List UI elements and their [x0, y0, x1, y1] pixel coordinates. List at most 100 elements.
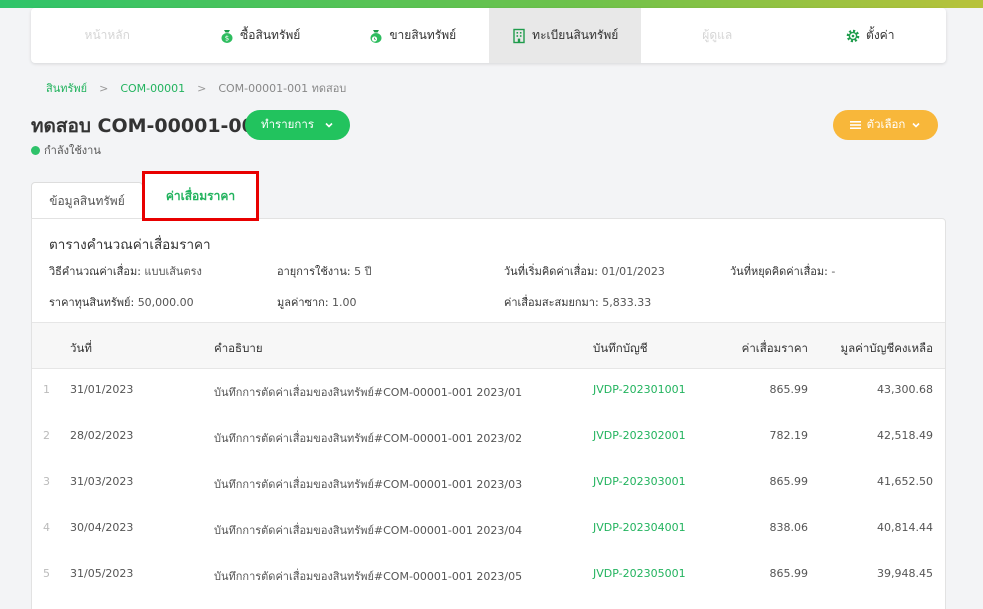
info-accumulated: ค่าเสื่อมสะสมยกมา: 5,833.33: [504, 293, 651, 311]
table-row: 4 30/04/2023 บันทึกการตัดค่าเสื่อมของสิน…: [32, 507, 945, 553]
info-start-date: วันที่เริ่มคิดค่าเสื่อม: 01/01/2023: [504, 262, 665, 280]
row-book-value: 39,948.45: [877, 567, 933, 580]
info-life-value: 5 ปี: [354, 265, 372, 278]
chevron-down-icon: [325, 122, 333, 128]
row-index: 3: [43, 475, 50, 488]
row-depreciation: 782.19: [769, 429, 809, 442]
row-description: บันทึกการตัดค่าเสื่อมของสินทรัพย์#COM-00…: [214, 432, 523, 445]
info-start-label: วันที่เริ่มคิดค่าเสื่อม:: [504, 265, 598, 278]
row-date: 31/05/2023: [70, 567, 134, 580]
building-icon: [513, 28, 525, 43]
info-life-label: อายุการใช้งาน:: [277, 265, 351, 278]
row-date: 31/01/2023: [70, 383, 134, 396]
table-row: 5 31/05/2023 บันทึกการตัดค่าเสื่อมของสิน…: [32, 553, 945, 599]
nav-buy-label: ซื้อสินทรัพย์: [240, 28, 301, 42]
row-date: 30/04/2023: [70, 521, 134, 534]
row-journal-link[interactable]: JVDP-202305001: [593, 567, 686, 580]
nav-home[interactable]: หน้าหลัก: [31, 8, 184, 63]
nav-custodian[interactable]: ผู้ดูแล: [641, 8, 794, 63]
row-date: 28/02/2023: [70, 429, 134, 442]
breadcrumb-separator: >: [197, 81, 207, 95]
info-cost-label: ราคาทุนสินทรัพย์:: [49, 296, 135, 309]
breadcrumb: สินทรัพย์ > COM-00001 > COM-00001-001 ทด…: [46, 79, 346, 97]
nav-home-label: หน้าหลัก: [84, 28, 130, 42]
row-depreciation: 838.06: [769, 521, 809, 534]
money-bag-icon: $: [221, 29, 233, 43]
row-description: บันทึกการตัดค่าเสื่อมของสินทรัพย์#COM-00…: [214, 478, 523, 491]
gear-icon: [846, 29, 860, 42]
status-indicator: กำลังใช้งาน: [31, 141, 101, 159]
info-salvage: มูลค่าซาก: 1.00: [277, 293, 357, 311]
nav-settings-label: ตั้งค่า: [866, 28, 895, 42]
table-row: 1 31/01/2023 บันทึกการตัดค่าเสื่อมของสิน…: [32, 369, 945, 415]
col-journal: บันทึกบัญชี: [593, 341, 648, 355]
options-button[interactable]: ตัวเลือก: [833, 110, 938, 140]
status-text: กำลังใช้งาน: [44, 144, 101, 157]
main-nav: หน้าหลัก $ ซื้อสินทรัพย์ ขายสินทรัพย์ ทะ…: [31, 8, 946, 63]
info-stop-date: วันที่หยุดคิดค่าเสื่อม: -: [730, 262, 835, 280]
col-description: คำอธิบาย: [214, 341, 263, 355]
svg-text:$: $: [225, 34, 229, 42]
info-salvage-label: มูลค่าซาก:: [277, 296, 329, 309]
breadcrumb-current: COM-00001-001 ทดสอบ: [218, 82, 347, 95]
row-description: บันทึกการตัดค่าเสื่อมของสินทรัพย์#COM-00…: [214, 524, 523, 537]
action-button-label: ทำรายการ: [260, 117, 314, 131]
table-row: 3 31/03/2023 บันทึกการตัดค่าเสื่อมของสิน…: [32, 461, 945, 507]
table-header: วันที่ คำอธิบาย บันทึกบัญชี ค่าเสื่อมราค…: [32, 322, 945, 369]
breadcrumb-asset-group[interactable]: COM-00001: [120, 82, 185, 95]
nav-registry-label: ทะเบียนสินทรัพย์: [532, 28, 619, 42]
nav-custodian-label: ผู้ดูแล: [702, 28, 733, 42]
info-method: วิธีคำนวณค่าเสื่อม: แบบเส้นตรง: [49, 262, 202, 280]
info-method-value: แบบเส้นตรง: [144, 265, 202, 278]
info-cost: ราคาทุนสินทรัพย์: 50,000.00: [49, 293, 194, 311]
row-journal-link[interactable]: JVDP-202301001: [593, 383, 686, 396]
breadcrumb-separator: >: [99, 81, 109, 95]
info-accum-value: 5,833.33: [602, 296, 652, 309]
row-depreciation: 865.99: [769, 475, 809, 488]
page-title: ทดสอบ COM-00001-001: [31, 115, 269, 137]
panel-title: ตารางคำนวณค่าเสื่อมราคา: [49, 237, 211, 253]
options-button-label: ตัวเลือก: [866, 117, 906, 131]
info-salvage-value: 1.00: [332, 296, 357, 309]
row-journal-link[interactable]: JVDP-202303001: [593, 475, 686, 488]
depreciation-panel: ตารางคำนวณค่าเสื่อมราคา วิธีคำนวณค่าเสื่…: [31, 218, 946, 609]
nav-asset-registry[interactable]: ทะเบียนสินทรัพย์: [488, 8, 641, 63]
row-journal-link[interactable]: JVDP-202302001: [593, 429, 686, 442]
col-date: วันที่: [70, 341, 92, 355]
tab-asset-info[interactable]: ข้อมูลสินทรัพย์: [31, 182, 143, 219]
row-index: 4: [43, 521, 50, 534]
info-cost-value: 50,000.00: [137, 296, 194, 309]
row-index: 1: [43, 383, 50, 396]
row-description: บันทึกการตัดค่าเสื่อมของสินทรัพย์#COM-00…: [214, 386, 523, 399]
row-book-value: 43,300.68: [877, 383, 933, 396]
row-journal-link[interactable]: JVDP-202304001: [593, 521, 686, 534]
info-start-value: 01/01/2023: [601, 265, 665, 278]
info-life: อายุการใช้งาน: 5 ปี: [277, 262, 372, 280]
tab-asset-info-label: ข้อมูลสินทรัพย์: [49, 193, 125, 208]
row-index: 2: [43, 429, 50, 442]
hamburger-icon: [849, 121, 861, 129]
action-menu-button[interactable]: ทำรายการ: [245, 110, 350, 140]
nav-sell-assets[interactable]: ขายสินทรัพย์: [336, 8, 489, 63]
nav-sell-label: ขายสินทรัพย์: [389, 28, 457, 42]
breadcrumb-assets[interactable]: สินทรัพย์: [46, 79, 87, 97]
money-bag-clock-icon: [370, 29, 382, 43]
nav-settings[interactable]: ตั้งค่า: [794, 8, 947, 63]
row-book-value: 42,518.49: [877, 429, 933, 442]
info-accum-label: ค่าเสื่อมสะสมยกมา:: [504, 296, 599, 309]
row-depreciation: 865.99: [769, 383, 809, 396]
row-book-value: 40,814.44: [877, 521, 933, 534]
tab-depreciation-label: ค่าเสื่อมราคา: [165, 188, 236, 203]
row-book-value: 41,652.50: [877, 475, 933, 488]
chevron-down-icon: [912, 122, 920, 128]
row-date: 31/03/2023: [70, 475, 134, 488]
tab-depreciation[interactable]: ค่าเสื่อมราคา: [142, 171, 259, 221]
row-index: 5: [43, 567, 50, 580]
info-stop-value: -: [831, 265, 836, 278]
col-depreciation: ค่าเสื่อมราคา: [741, 341, 808, 355]
col-book-value: มูลค่าบัญชีคงเหลือ: [840, 341, 933, 355]
nav-buy-assets[interactable]: $ ซื้อสินทรัพย์: [184, 8, 337, 63]
row-depreciation: 865.99: [769, 567, 809, 580]
row-description: บันทึกการตัดค่าเสื่อมของสินทรัพย์#COM-00…: [214, 570, 523, 583]
table-row: 2 28/02/2023 บันทึกการตัดค่าเสื่อมของสิน…: [32, 415, 945, 461]
